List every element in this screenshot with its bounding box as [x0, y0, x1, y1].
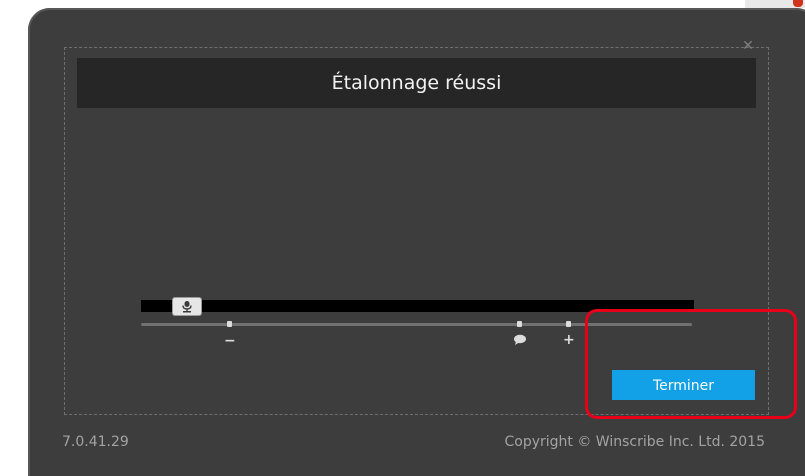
microphone-icon: [181, 301, 192, 313]
copyright-notice: Copyright © Winscribe Inc. Ltd. 2015: [504, 434, 766, 450]
highlight-annotation: [585, 309, 797, 419]
close-icon[interactable]: ✕: [740, 38, 756, 54]
screenshot-stage: ✕ Étalonnage réussi − + Terminer 7.0.41.…: [0, 0, 805, 476]
speech-bubble-icon: [514, 334, 526, 345]
background-app-icon: [793, 0, 803, 7]
scale-tick-plus: [566, 321, 571, 327]
audio-level-indicator: [172, 298, 201, 315]
scale-plus-label: +: [563, 332, 575, 348]
dialog-title: Étalonnage réussi: [331, 72, 502, 94]
scale-tick-minus: [227, 321, 232, 327]
dialog-title-bar: Étalonnage réussi: [77, 58, 756, 108]
scale-tick-speech: [517, 321, 522, 327]
finish-button[interactable]: Terminer: [612, 370, 755, 400]
background-window-edge: [745, 0, 805, 8]
scale-minus-label: −: [224, 333, 236, 349]
version-number: 7.0.41.29: [62, 434, 129, 450]
